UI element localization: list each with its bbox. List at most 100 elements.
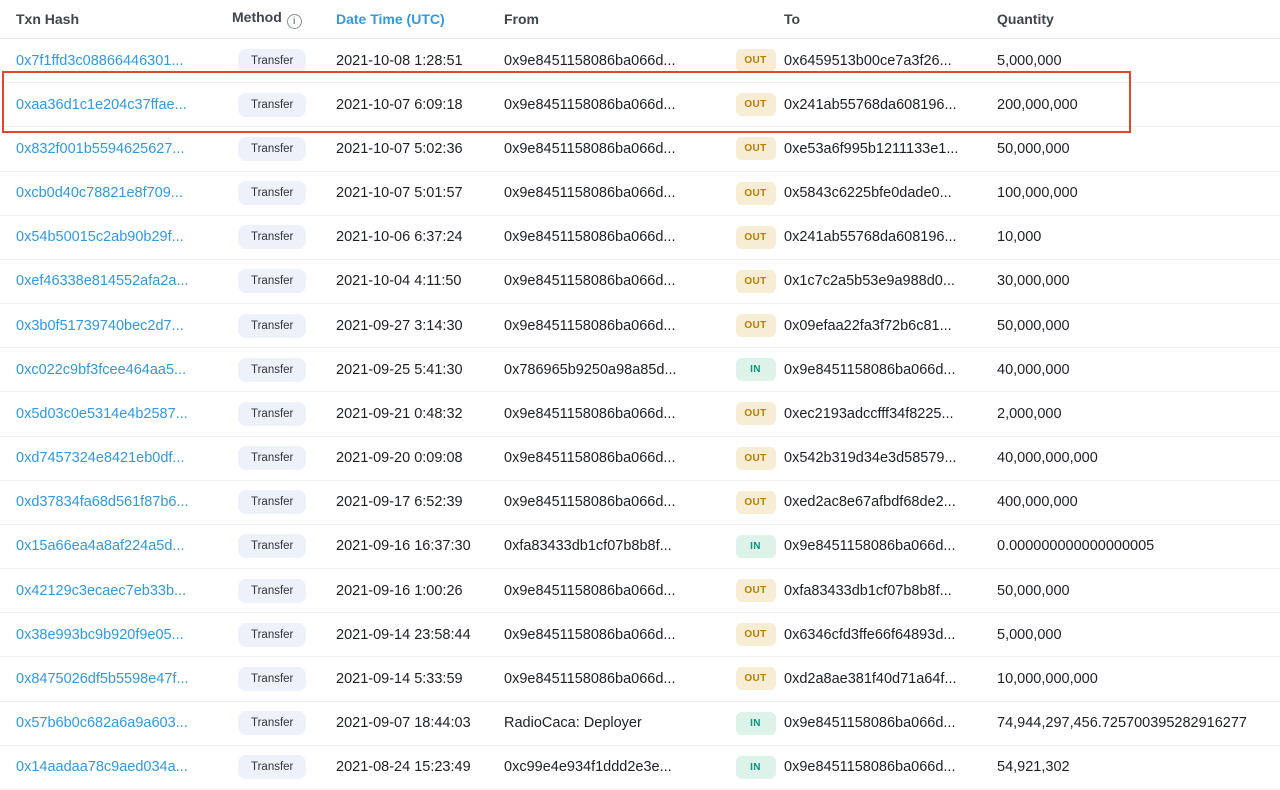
txn-hash-link[interactable]: 0xcb0d40c78821e8f709...: [16, 185, 183, 201]
header-method: Method i: [232, 9, 336, 29]
date-time: 2021-10-07 5:01:57: [336, 185, 463, 202]
txn-hash-link[interactable]: 0x38e993bc9b920f9e05...: [16, 627, 184, 643]
from-address: 0x9e8451158086ba066d...: [504, 52, 676, 69]
txn-hash-link[interactable]: 0x5d03c0e5314e4b2587...: [16, 406, 188, 422]
header-quantity: Quantity: [997, 11, 1054, 27]
quantity: 50,000,000: [997, 317, 1070, 334]
txn-hash-link[interactable]: 0xd37834fa68d561f87b6...: [16, 494, 189, 510]
method-badge: Transfer: [238, 711, 307, 736]
to-address[interactable]: 0xfa83433db1cf07b8b8f...: [784, 583, 952, 599]
date-time: 2021-09-16 1:00:26: [336, 582, 463, 599]
table-row: 0x5d03c0e5314e4b2587... Transfer 2021-09…: [0, 392, 1280, 437]
direction-badge: IN: [735, 358, 776, 382]
method-badge: Transfer: [238, 490, 307, 515]
to-address: 0x9e8451158086ba066d...: [784, 538, 956, 555]
header-to: To: [784, 11, 801, 27]
date-time: 2021-10-06 6:37:24: [336, 229, 463, 246]
quantity: 0.000000000000000005: [997, 538, 1155, 555]
from-address[interactable]: 0xc99e4e934f1ddd2e3e...: [504, 759, 672, 775]
txn-hash-link[interactable]: 0x3b0f51739740bec2d7...: [16, 318, 184, 334]
to-address: 0x9e8451158086ba066d...: [784, 715, 956, 732]
date-time: 2021-10-04 4:11:50: [336, 273, 462, 290]
direction-badge: OUT: [735, 314, 776, 338]
direction-badge: OUT: [735, 623, 776, 647]
txn-hash-link[interactable]: 0xd7457324e8421eb0df...: [16, 450, 185, 466]
method-info-icon[interactable]: i: [286, 14, 302, 29]
method-badge: Transfer: [238, 225, 307, 250]
to-address[interactable]: 0xd2a8ae381f40d71a64f...: [784, 671, 957, 687]
txn-hash-link[interactable]: 0xaa36d1c1e204c37ffae...: [16, 97, 187, 113]
date-time: 2021-10-07 5:02:36: [336, 140, 463, 157]
to-address[interactable]: 0xec2193adccfff34f8225...: [784, 406, 954, 422]
direction-badge: OUT: [735, 667, 776, 691]
txn-hash-link[interactable]: 0x54b50015c2ab90b29f...: [16, 229, 184, 245]
from-address: 0x9e8451158086ba066d...: [504, 317, 676, 334]
date-time: 2021-10-08 1:28:51: [336, 52, 463, 69]
from-address: 0x9e8451158086ba066d...: [504, 405, 676, 422]
txn-hash-link[interactable]: 0x7f1ffd3c08866446301...: [16, 53, 183, 69]
date-time: 2021-09-21 0:48:32: [336, 405, 463, 422]
from-address: 0x9e8451158086ba066d...: [504, 450, 676, 467]
table-row: 0xd37834fa68d561f87b6... Transfer 2021-0…: [0, 481, 1280, 525]
transactions-table: Txn Hash Method i Date Time (UTC) From To…: [0, 0, 1280, 790]
to-address[interactable]: 0x542b319d34e3d58579...: [784, 450, 957, 466]
method-badge: Transfer: [238, 313, 307, 338]
quantity: 50,000,000: [997, 140, 1070, 157]
quantity: 2,000,000: [997, 405, 1062, 422]
direction-badge: IN: [735, 534, 776, 558]
to-address[interactable]: 0x1c7c2a5b53e9a988d0...: [784, 273, 955, 289]
direction-badge: OUT: [735, 93, 776, 117]
header-date-time[interactable]: Date Time (UTC): [336, 11, 504, 27]
date-time: 2021-08-24 15:23:49: [336, 759, 471, 776]
table-row: 0x57b6b0c682a6a9a603... Transfer 2021-09…: [0, 702, 1280, 746]
txn-hash-link[interactable]: 0xef46338e814552afa2a...: [16, 273, 189, 289]
method-badge: Transfer: [238, 578, 307, 603]
date-time: 2021-09-25 5:41:30: [336, 361, 463, 378]
from-address[interactable]: 0x786965b9250a98a85d...: [504, 362, 677, 378]
to-address[interactable]: 0x5843c6225bfe0dade0...: [784, 185, 952, 201]
to-address[interactable]: 0x09efaa22fa3f72b6c81...: [784, 318, 952, 334]
method-badge: Transfer: [238, 92, 307, 117]
date-time: 2021-09-16 16:37:30: [336, 538, 471, 555]
method-badge: Transfer: [238, 401, 307, 426]
table-row: 0x14aadaa78c9aed034a... Transfer 2021-08…: [0, 746, 1280, 790]
to-address[interactable]: 0x6459513b00ce7a3f26...: [784, 53, 952, 69]
table-row: 0x54b50015c2ab90b29f... Transfer 2021-10…: [0, 216, 1280, 260]
txn-hash-link[interactable]: 0xc022c9bf3fcee464aa5...: [16, 362, 186, 378]
txn-hash-link[interactable]: 0x15a66ea4a8af224a5d...: [16, 538, 185, 554]
table-row: 0x8475026df5b5598e47f... Transfer 2021-0…: [0, 657, 1280, 702]
from-address: 0x9e8451158086ba066d...: [504, 140, 676, 157]
txn-hash-link[interactable]: 0x42129c3ecaec7eb33b...: [16, 583, 186, 599]
quantity: 5,000,000: [997, 626, 1062, 643]
quantity: 74,944,297,456.725700395282916277: [997, 715, 1247, 732]
method-badge: Transfer: [238, 269, 307, 294]
from-address: 0x9e8451158086ba066d...: [504, 582, 676, 599]
txn-hash-link[interactable]: 0x8475026df5b5598e47f...: [16, 671, 189, 687]
from-address[interactable]: 0xfa83433db1cf07b8b8f...: [504, 538, 672, 554]
direction-badge: IN: [735, 755, 776, 779]
date-time: 2021-10-07 6:09:18: [336, 96, 463, 113]
from-address: 0x9e8451158086ba066d...: [504, 670, 676, 687]
direction-badge: OUT: [735, 269, 776, 293]
to-address[interactable]: 0x6346cfd3ffe66f64893d...: [784, 627, 955, 643]
method-badge: Transfer: [238, 48, 307, 73]
to-address: 0x9e8451158086ba066d...: [784, 361, 956, 378]
header-from: From: [504, 11, 539, 27]
to-address[interactable]: 0xed2ac8e67afbdf68de2...: [784, 494, 956, 510]
to-address[interactable]: 0x241ab55768da608196...: [784, 229, 957, 245]
table-row: 0xaa36d1c1e204c37ffae... Transfer 2021-1…: [0, 83, 1280, 128]
txn-hash-link[interactable]: 0x832f001b5594625627...: [16, 141, 185, 157]
txn-hash-link[interactable]: 0x14aadaa78c9aed034a...: [16, 759, 188, 775]
to-address[interactable]: 0x241ab55768da608196...: [784, 97, 957, 113]
table-row: 0x3b0f51739740bec2d7... Transfer 2021-09…: [0, 304, 1280, 349]
direction-badge: IN: [735, 711, 776, 735]
table-row: 0xc022c9bf3fcee464aa5... Transfer 2021-0…: [0, 348, 1280, 393]
table-row: 0x832f001b5594625627... Transfer 2021-10…: [0, 127, 1280, 172]
table-row: 0x7f1ffd3c08866446301... Transfer 2021-1…: [0, 39, 1280, 84]
to-address[interactable]: 0xe53a6f995b1211133e1...: [784, 141, 958, 157]
from-address[interactable]: RadioCaca: Deployer: [504, 715, 642, 731]
method-badge: Transfer: [238, 357, 307, 382]
from-address: 0x9e8451158086ba066d...: [504, 626, 676, 643]
txn-hash-link[interactable]: 0x57b6b0c682a6a9a603...: [16, 715, 188, 731]
direction-badge: OUT: [735, 402, 776, 426]
